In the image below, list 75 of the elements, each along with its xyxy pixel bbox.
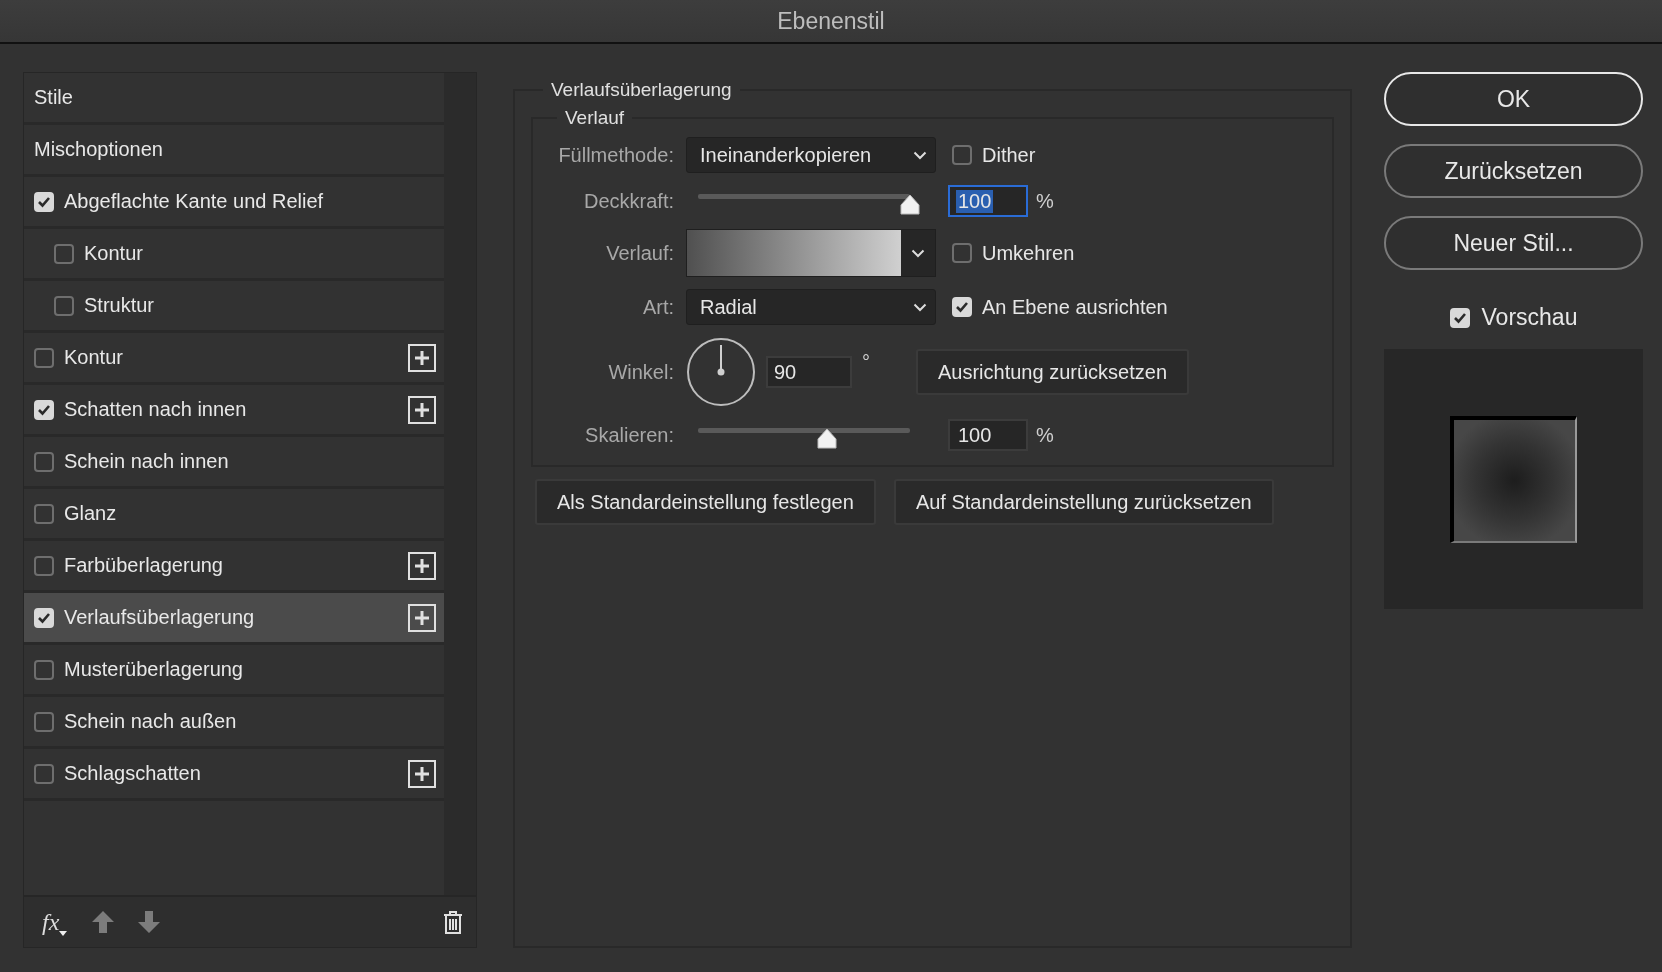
unit-label: % bbox=[1036, 423, 1054, 447]
effects-button[interactable]: fx bbox=[40, 908, 70, 936]
field-label: Skalieren: bbox=[584, 423, 674, 447]
style-label: Schein nach außen bbox=[64, 710, 238, 733]
style-label: Schatten nach innen bbox=[64, 398, 248, 421]
unit-label: % bbox=[1036, 189, 1054, 213]
style-label: Kontur bbox=[64, 346, 124, 369]
trash-icon[interactable] bbox=[442, 909, 464, 935]
group-title: Verlauf bbox=[564, 107, 626, 129]
style-label: Musterüberlagerung bbox=[64, 658, 244, 681]
checkbox-label: Umkehren bbox=[982, 241, 1075, 265]
plus-icon[interactable] bbox=[408, 395, 436, 424]
reset-alignment-button[interactable]: Ausrichtung zurücksetzen bbox=[916, 349, 1189, 395]
style-label: Farbüberlagerung bbox=[64, 554, 224, 577]
field-label: Verlauf: bbox=[605, 241, 674, 265]
style-label: Verlaufsüberlagerung bbox=[64, 606, 256, 629]
style-label: Abgeflachte Kante und Relief bbox=[64, 190, 325, 213]
checkbox[interactable] bbox=[34, 711, 54, 732]
checkbox[interactable] bbox=[34, 763, 54, 784]
field-label: Deckkraft: bbox=[582, 189, 674, 213]
slider-thumb[interactable] bbox=[816, 427, 839, 450]
checkbox[interactable] bbox=[54, 295, 74, 316]
style-label: Schein nach innen bbox=[64, 450, 230, 473]
arrow-up-icon[interactable] bbox=[91, 910, 116, 934]
style-label: Kontur bbox=[84, 242, 144, 265]
checkbox[interactable] bbox=[34, 451, 54, 472]
field-label: Winkel: bbox=[607, 360, 674, 384]
checkbox-label: Dither bbox=[982, 143, 1036, 167]
field-label: Füllmethode: bbox=[557, 143, 674, 167]
style-label: Mischoptionen bbox=[34, 138, 164, 161]
style-dropdown[interactable]: Radial bbox=[686, 289, 936, 325]
checkbox[interactable] bbox=[34, 347, 54, 368]
chevron-down-icon bbox=[913, 150, 927, 160]
style-label: Stile bbox=[34, 86, 74, 109]
blend-mode-dropdown[interactable]: Ineinanderkopieren bbox=[686, 137, 936, 173]
checkmark-icon bbox=[955, 301, 969, 313]
window-title: Ebenenstil bbox=[777, 7, 885, 35]
number-field[interactable]: 100 bbox=[948, 419, 1028, 451]
default-settings-button[interactable]: Auf Standardeinstellung zurücksetzen bbox=[893, 479, 1274, 525]
style-row[interactable]: Verlaufsüberlagerung bbox=[24, 593, 444, 645]
checkmark-icon bbox=[37, 403, 51, 416]
checkbox[interactable] bbox=[952, 243, 972, 263]
checkbox-label: Vorschau bbox=[1481, 304, 1578, 331]
slider-thumb[interactable] bbox=[899, 193, 921, 216]
plus-icon[interactable] bbox=[408, 603, 436, 632]
checkmark-icon bbox=[37, 611, 51, 624]
dialog-button[interactable]: Zurücksetzen bbox=[1384, 144, 1643, 198]
field-label: Art: bbox=[641, 295, 674, 319]
style-label: Struktur bbox=[84, 294, 156, 317]
chevron-down-icon bbox=[913, 302, 927, 312]
angle-dial[interactable] bbox=[686, 337, 756, 407]
checkbox[interactable] bbox=[34, 555, 54, 576]
checkmark-icon bbox=[37, 195, 51, 208]
plus-icon[interactable] bbox=[408, 551, 436, 580]
section-title: Verlaufsüberlagerung bbox=[550, 79, 733, 101]
unit-label: ° bbox=[862, 351, 870, 374]
style-label: Glanz bbox=[64, 502, 118, 525]
checkbox-label: An Ebene ausrichten bbox=[982, 295, 1168, 319]
number-field[interactable]: 90 bbox=[766, 356, 852, 388]
style-label: Schlagschatten bbox=[64, 762, 202, 785]
chevron-down-icon bbox=[911, 248, 925, 258]
checkbox[interactable] bbox=[54, 243, 74, 264]
plus-icon[interactable] bbox=[408, 759, 436, 788]
dialog-button[interactable]: OK bbox=[1384, 72, 1643, 126]
caret-icon bbox=[59, 930, 68, 936]
checkbox[interactable] bbox=[34, 659, 54, 680]
checkmark-icon bbox=[1452, 311, 1467, 324]
number-field[interactable]: 100 bbox=[948, 185, 1028, 217]
dialog-button[interactable]: Neuer Stil... bbox=[1384, 216, 1643, 270]
default-settings-button[interactable]: Als Standardeinstellung festlegen bbox=[535, 479, 876, 525]
checkbox[interactable] bbox=[952, 145, 972, 165]
gradient-picker[interactable] bbox=[686, 229, 936, 277]
plus-icon[interactable] bbox=[408, 343, 436, 372]
checkbox[interactable] bbox=[34, 503, 54, 524]
arrow-down-icon[interactable] bbox=[137, 910, 162, 934]
